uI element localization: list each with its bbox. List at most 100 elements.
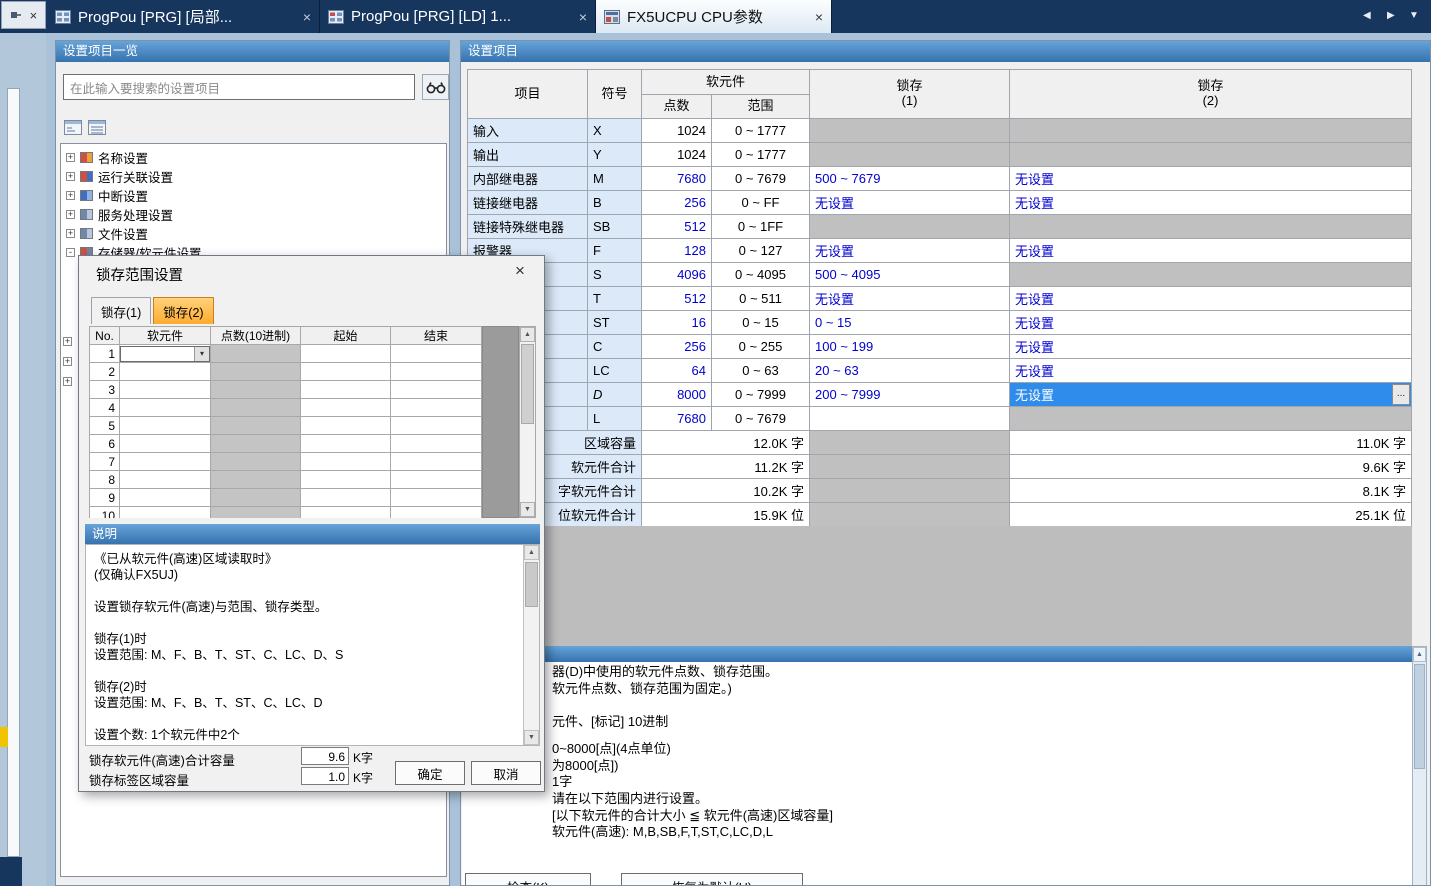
grid-end-cell[interactable] (391, 345, 482, 363)
latch-cell[interactable]: 0 ~ 15 (810, 311, 1010, 335)
grid-end-cell[interactable] (391, 399, 482, 417)
device-points[interactable]: 256 (642, 191, 712, 215)
tab-close-icon[interactable]: × (303, 9, 311, 25)
tree-item[interactable]: +文件设置 (61, 224, 446, 243)
grid-start-cell[interactable] (301, 453, 391, 471)
device-points[interactable]: 64 (642, 359, 712, 383)
collapsed-panel-edge[interactable] (7, 88, 20, 857)
list-view-toggle-button[interactable] (86, 117, 108, 137)
latch-cell[interactable]: 无设置 (810, 287, 1010, 311)
restore-default-button[interactable]: 恢复为默认(U) (621, 873, 803, 886)
cancel-button[interactable]: 取消 (471, 761, 541, 785)
grid-end-cell[interactable] (391, 453, 482, 471)
grid-start-cell[interactable] (301, 471, 391, 489)
scroll-thumb[interactable] (521, 344, 534, 424)
device-points[interactable]: 4096 (642, 263, 712, 287)
grid-device-cell[interactable] (120, 381, 211, 399)
tab-close-icon[interactable]: × (579, 9, 587, 25)
device-points[interactable]: 1024 (642, 119, 712, 143)
grid-start-cell[interactable] (301, 417, 391, 435)
tree-view-toggle-button[interactable] (62, 117, 84, 137)
grid-end-cell[interactable] (391, 471, 482, 489)
device-points[interactable]: 7680 (642, 167, 712, 191)
grid-end-cell[interactable] (391, 381, 482, 399)
latch-cell[interactable]: 无设置 (1010, 311, 1412, 335)
grid-end-cell[interactable] (391, 417, 482, 435)
scroll-down-icon[interactable]: ▼ (524, 730, 539, 745)
tree-expander-icon[interactable]: + (66, 210, 75, 219)
device-points[interactable]: 256 (642, 335, 712, 359)
grid-device-cell[interactable] (120, 435, 211, 453)
tab-progpou-ld[interactable]: ProgPou [PRG] [LD] 1... × (320, 0, 596, 33)
device-points[interactable]: 512 (642, 215, 712, 239)
browse-button[interactable]: ... (1392, 384, 1410, 405)
latch-cell[interactable]: 无设置 (1010, 191, 1412, 215)
latch-cell[interactable]: 无设置 (1010, 359, 1412, 383)
tree-expander-icon[interactable]: + (63, 337, 72, 346)
latch-cell[interactable]: 500 ~ 7679 (810, 167, 1010, 191)
tree-expander-icon[interactable]: + (63, 377, 72, 386)
grid-start-cell[interactable] (301, 399, 391, 417)
tab-latch1[interactable]: 锁存(1) (91, 297, 151, 324)
tree-item[interactable]: +中断设置 (61, 186, 446, 205)
grid-start-cell[interactable] (301, 489, 391, 507)
grid-device-cell[interactable] (120, 507, 211, 519)
search-button[interactable] (422, 74, 449, 100)
grid-device-cell[interactable] (120, 417, 211, 435)
ok-button[interactable]: 确定 (395, 761, 465, 785)
grid-scrollbar[interactable]: ▲ ▼ (519, 326, 536, 518)
latch-cell[interactable]: 20 ~ 63 (810, 359, 1010, 383)
latch-cell[interactable]: 无设置 (1010, 287, 1412, 311)
scroll-up-icon[interactable]: ▲ (1413, 647, 1426, 662)
latch-cell[interactable]: 200 ~ 7999 (810, 383, 1010, 407)
scroll-up-icon[interactable]: ▲ (524, 545, 539, 560)
tab-progpou-local[interactable]: ProgPou [PRG] [局部... × (47, 0, 320, 33)
combo-dropdown-icon[interactable]: ▾ (194, 347, 209, 361)
latch-cell[interactable]: 无设置 (1010, 167, 1412, 191)
grid-end-cell[interactable] (391, 363, 482, 381)
search-input[interactable] (63, 74, 415, 100)
grid-device-cell[interactable] (120, 453, 211, 471)
scroll-thumb[interactable] (1414, 664, 1425, 769)
grid-start-cell[interactable] (301, 435, 391, 453)
device-combobox[interactable]: ▾ (120, 346, 210, 362)
tab-list-dropdown-icon[interactable]: ▼ (1409, 10, 1419, 21)
latch-cell[interactable]: 500 ~ 4095 (810, 263, 1010, 287)
tree-expander-icon[interactable]: + (66, 172, 75, 181)
grid-device-cell[interactable] (120, 471, 211, 489)
tree-expander-icon[interactable]: + (66, 229, 75, 238)
grid-end-cell[interactable] (391, 507, 482, 519)
grid-start-cell[interactable] (301, 363, 391, 381)
scroll-up-icon[interactable]: ▲ (520, 327, 535, 342)
latch-cell[interactable] (810, 407, 1010, 431)
device-points[interactable]: 16 (642, 311, 712, 335)
description-scrollbar[interactable]: ▲ (1412, 646, 1427, 886)
tab-scroll-left-icon[interactable]: ◀ (1363, 10, 1371, 21)
tree-expander-icon[interactable]: + (63, 357, 72, 366)
tree-expander-icon[interactable]: + (66, 153, 75, 162)
grid-start-cell[interactable] (301, 381, 391, 399)
pin-icon[interactable] (10, 9, 22, 21)
tree-item[interactable]: +名称设置 (61, 148, 446, 167)
device-points[interactable]: 512 (642, 287, 712, 311)
latch-cell[interactable]: 无设置 (1010, 335, 1412, 359)
scroll-thumb[interactable] (525, 562, 538, 607)
check-button[interactable]: 检查(K) (465, 873, 591, 886)
tree-item[interactable]: +运行关联设置 (61, 167, 446, 186)
latch-cell-selected[interactable]: 无设置... (1010, 383, 1412, 407)
grid-start-cell[interactable] (301, 507, 391, 519)
grid-device-cell[interactable] (120, 363, 211, 381)
grid-end-cell[interactable] (391, 489, 482, 507)
latch-cell[interactable]: 无设置 (1010, 239, 1412, 263)
grid-start-cell[interactable] (301, 345, 391, 363)
latch-cell[interactable]: 无设置 (810, 191, 1010, 215)
latch-cell[interactable]: 100 ~ 199 (810, 335, 1010, 359)
grid-device-cell[interactable] (120, 489, 211, 507)
latch-cell[interactable]: 无设置 (810, 239, 1010, 263)
tab-close-icon[interactable]: × (815, 9, 823, 25)
scroll-down-icon[interactable]: ▼ (520, 502, 535, 517)
device-points[interactable]: 1024 (642, 143, 712, 167)
description-scrollbar[interactable]: ▲ ▼ (523, 545, 539, 745)
dialog-close-icon[interactable]: × (508, 261, 532, 281)
device-points[interactable]: 8000 (642, 383, 712, 407)
